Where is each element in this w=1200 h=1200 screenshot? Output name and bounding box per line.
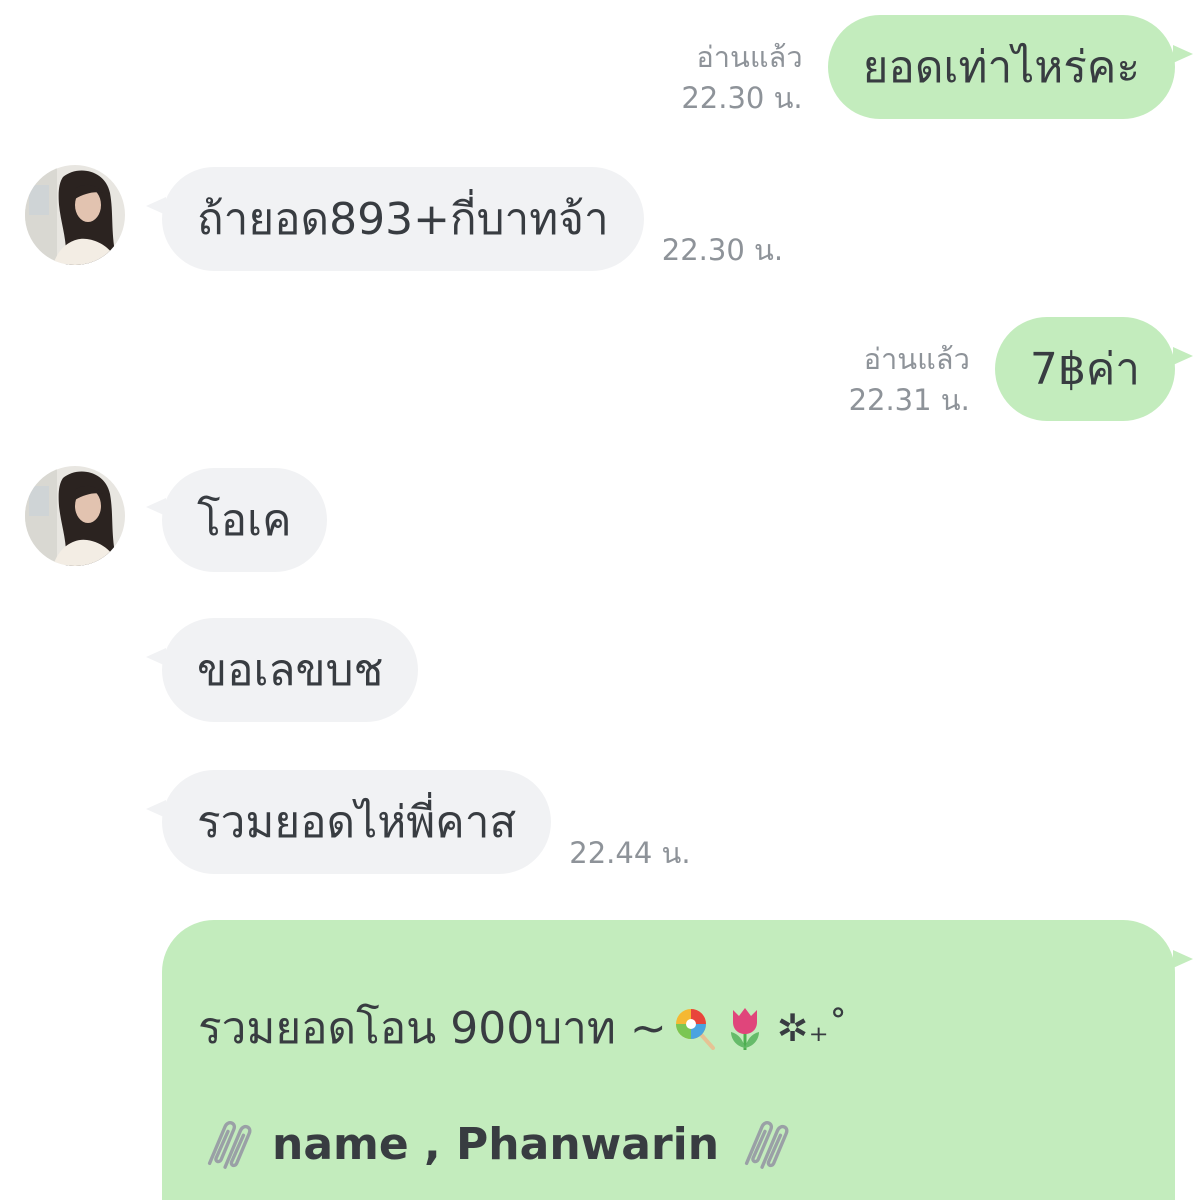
avatar-slot [25, 165, 125, 271]
message-row-incoming: โอเค [25, 466, 327, 572]
avatar-slot [25, 770, 125, 874]
decoration-text: ✲₊˚ [776, 1006, 848, 1050]
avatar-slot [25, 618, 125, 722]
message-text: รวมยอดไห่พี่คาส [197, 797, 517, 848]
message-row-outgoing: อ่านแล้ว 22.30 น. ยอดเท่าไหร่คะ [681, 15, 1193, 119]
paperclip-icon [198, 1115, 256, 1173]
avatar-photo [25, 165, 125, 265]
message-time: 22.30 น. [661, 233, 784, 267]
message-row-incoming: ขอเลขบช [25, 618, 419, 722]
bubble-tail [1173, 950, 1193, 968]
avatar[interactable] [25, 466, 125, 566]
message-row-incoming: ถ้ายอด893+กี่บาทจ้า 22.30 น. [25, 165, 784, 271]
bubble-tail [146, 197, 166, 215]
message-text: 7฿ค่า [1029, 344, 1140, 395]
outgoing-message-bubble[interactable]: รวมยอดโอน 900บาท ~ ✲₊˚ name , Phanwarin [162, 920, 1193, 1200]
tulip-icon [723, 1004, 767, 1052]
lollipop-icon [673, 1006, 717, 1050]
message-row-outgoing: อ่านแล้ว 22.31 น. 7฿ค่า [849, 317, 1193, 421]
message-text: รวมยอดโอน 900บาท ~ [198, 1003, 667, 1054]
message-meta: อ่านแล้ว 22.30 น. [681, 37, 802, 119]
message-time: 22.31 น. [848, 383, 970, 417]
incoming-message-bubble[interactable]: โอเค [146, 468, 327, 572]
outgoing-message-bubble[interactable]: ยอดเท่าไหร่คะ [827, 15, 1193, 119]
message-line: รวมยอดโอน 900บาท ~ ✲₊˚ [198, 1000, 848, 1056]
message-time: 22.44 น. [569, 836, 691, 870]
bubble-tail [1173, 45, 1193, 63]
message-meta: อ่านแล้ว 22.31 น. [849, 339, 970, 421]
avatar[interactable] [25, 165, 125, 265]
message-text: name , Phanwarin [272, 1118, 720, 1170]
bubble-tail [146, 498, 166, 516]
message-time: 22.30 น. [681, 81, 803, 115]
incoming-message-bubble[interactable]: รวมยอดไห่พี่คาส [146, 770, 552, 874]
avatar-photo [25, 466, 125, 566]
incoming-message-bubble[interactable]: ขอเลขบช [146, 618, 419, 722]
incoming-message-bubble[interactable]: ถ้ายอด893+กี่บาทจ้า [146, 167, 644, 271]
message-text: ขอเลขบช [197, 645, 384, 696]
message-row-incoming: รวมยอดไห่พี่คาส 22.44 น. [25, 770, 691, 874]
bubble-tail [146, 648, 166, 666]
avatar-slot [25, 466, 125, 572]
paperclip-icon [735, 1115, 793, 1173]
read-receipt: อ่านแล้ว [696, 40, 803, 74]
message-text: โอเค [197, 495, 292, 546]
message-text: ถ้ายอด893+กี่บาทจ้า [197, 194, 609, 245]
bubble-tail [1173, 347, 1193, 365]
message-text: ยอดเท่าไหร่คะ [862, 42, 1140, 93]
read-receipt: อ่านแล้ว [863, 342, 970, 376]
outgoing-message-bubble[interactable]: 7฿ค่า [994, 317, 1193, 421]
message-line: name , Phanwarin [198, 1116, 793, 1172]
bubble-tail [146, 800, 166, 818]
